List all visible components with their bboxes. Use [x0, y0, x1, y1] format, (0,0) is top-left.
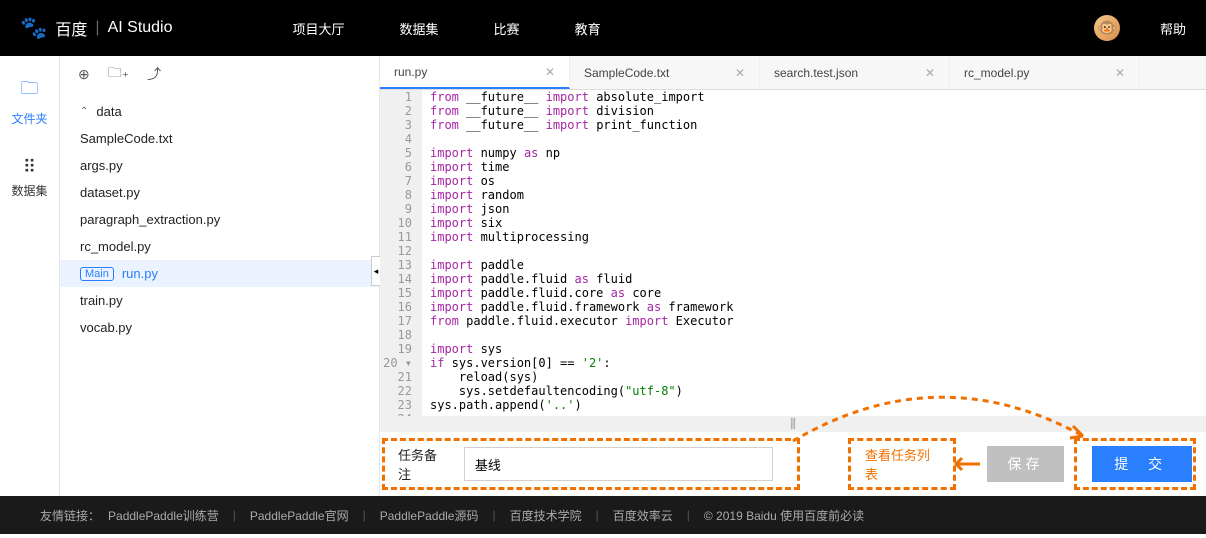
main: 🗀 文件夹 ⠿ 数据集 ⊕ 🗀₊ ⤴ ⌃ data SampleCode.txt…	[0, 56, 1206, 496]
code-line[interactable]: 13import paddle	[380, 258, 1206, 272]
code-line[interactable]: 22 sys.setdefaultencoding("utf-8")	[380, 384, 1206, 398]
nav-projects[interactable]: 项目大厅	[293, 19, 345, 38]
code-line[interactable]: 15import paddle.fluid.core as core	[380, 286, 1206, 300]
help-link[interactable]: 帮助	[1160, 19, 1186, 38]
footer-link[interactable]: 百度技术学院	[510, 507, 582, 524]
tree-file-main[interactable]: Main run.py	[60, 260, 379, 287]
new-file-icon[interactable]: ⊕	[78, 66, 90, 83]
nav-datasets[interactable]: 数据集	[400, 19, 439, 38]
chevron-down-icon: ⌃	[80, 106, 88, 117]
tree-file[interactable]: rc_model.py	[60, 233, 379, 260]
nav-education[interactable]: 教育	[575, 19, 601, 38]
close-icon[interactable]: ✕	[545, 65, 555, 79]
view-task-list-link[interactable]: 查看任务列表	[865, 445, 943, 483]
footer-copyright: © 2019 Baidu 使用百度前必读	[704, 507, 864, 524]
divider: |	[95, 19, 99, 37]
side-tab-datasets[interactable]: ⠿ 数据集	[11, 157, 47, 199]
task-note-input[interactable]	[464, 447, 773, 481]
code-line[interactable]: 17from paddle.fluid.executor import Exec…	[380, 314, 1206, 328]
tree-file[interactable]: SampleCode.txt	[60, 125, 379, 152]
code-line[interactable]: 8import random	[380, 188, 1206, 202]
code-line[interactable]: 3from __future__ import print_function	[380, 118, 1206, 132]
close-icon[interactable]: ✕	[925, 66, 935, 80]
code-line[interactable]: 24	[380, 412, 1206, 416]
save-button[interactable]: 保存	[987, 446, 1065, 482]
avatar[interactable]: 🐵	[1094, 15, 1120, 41]
code-line[interactable]: 21 reload(sys)	[380, 370, 1206, 384]
code-line[interactable]: 6import time	[380, 160, 1206, 174]
code-line[interactable]: 12	[380, 244, 1206, 258]
code-line[interactable]: 19import sys	[380, 342, 1206, 356]
submit-button[interactable]: 提 交	[1092, 446, 1192, 482]
code-line[interactable]: 14import paddle.fluid as fluid	[380, 272, 1206, 286]
footer-link[interactable]: 百度效率云	[613, 507, 673, 524]
logo-product: AI Studio	[108, 19, 173, 37]
paw-icon: 🐾	[20, 15, 47, 41]
code-line[interactable]: 5import numpy as np	[380, 146, 1206, 160]
editor-area: ◂ run.py✕ SampleCode.txt✕ search.test.js…	[380, 56, 1206, 496]
tree-file[interactable]: args.py	[60, 152, 379, 179]
file-toolbar: ⊕ 🗀₊ ⤴	[60, 56, 379, 92]
new-folder-icon[interactable]: 🗀₊	[108, 62, 129, 86]
close-icon[interactable]: ✕	[735, 66, 745, 80]
code-line[interactable]: 1from __future__ import absolute_import	[380, 90, 1206, 104]
tree-file[interactable]: vocab.py	[60, 314, 379, 341]
nav-competition[interactable]: 比赛	[494, 19, 520, 38]
tree-file[interactable]: dataset.py	[60, 179, 379, 206]
grid-icon: ⠿	[23, 157, 36, 178]
footer-label: 友情链接：	[40, 507, 100, 524]
side-tab-files[interactable]: 🗀 文件夹	[11, 76, 47, 127]
code-line[interactable]: 16import paddle.fluid.framework as frame…	[380, 300, 1206, 314]
code-editor[interactable]: 1from __future__ import absolute_import2…	[380, 90, 1206, 416]
close-icon[interactable]: ✕	[1115, 66, 1125, 80]
logo[interactable]: 🐾 百度 | AI Studio	[20, 15, 173, 41]
file-panel: ⊕ 🗀₊ ⤴ ⌃ data SampleCode.txt args.py dat…	[60, 56, 380, 496]
footer-link[interactable]: PaddlePaddle官网	[250, 507, 349, 524]
code-line[interactable]: 4	[380, 132, 1206, 146]
tab-search[interactable]: search.test.json✕	[760, 56, 950, 89]
side-tab-label: 数据集	[11, 182, 47, 199]
file-name: run.py	[122, 266, 158, 281]
side-tab-label: 文件夹	[11, 110, 47, 127]
folder-icon: 🗀	[20, 76, 38, 106]
tab-rcmodel[interactable]: rc_model.py✕	[950, 56, 1140, 89]
top-nav: 项目大厅 数据集 比赛 教育	[293, 19, 601, 38]
tab-run[interactable]: run.py✕	[380, 56, 570, 89]
upload-icon[interactable]: ⤴	[147, 64, 161, 84]
topbar-right: 🐵 帮助	[1094, 15, 1186, 41]
task-label: 任务备注	[398, 445, 450, 483]
arrow-right-icon	[950, 456, 980, 472]
code-line[interactable]: 9import json	[380, 202, 1206, 216]
logo-brand: 百度	[55, 16, 87, 40]
code-line[interactable]: 20 ▾if sys.version[0] == '2':	[380, 356, 1206, 370]
code-line[interactable]: 18	[380, 328, 1206, 342]
code-line[interactable]: 7import os	[380, 174, 1206, 188]
footer-link[interactable]: PaddlePaddle训练营	[108, 507, 219, 524]
footer-link[interactable]: PaddlePaddle源码	[380, 507, 479, 524]
footer: 友情链接： PaddlePaddle训练营| PaddlePaddle官网| P…	[0, 496, 1206, 534]
tab-sample[interactable]: SampleCode.txt✕	[570, 56, 760, 89]
topbar: 🐾 百度 | AI Studio 项目大厅 数据集 比赛 教育 🐵 帮助	[0, 0, 1206, 56]
tree-folder[interactable]: ⌃ data	[60, 98, 379, 125]
tree-file[interactable]: train.py	[60, 287, 379, 314]
horizontal-scrollbar[interactable]: ⫼	[380, 416, 1206, 432]
folder-name: data	[96, 104, 121, 119]
code-line[interactable]: 2from __future__ import division	[380, 104, 1206, 118]
editor-tabs: run.py✕ SampleCode.txt✕ search.test.json…	[380, 56, 1206, 90]
file-tree: ⌃ data SampleCode.txt args.py dataset.py…	[60, 92, 379, 347]
side-tabs: 🗀 文件夹 ⠿ 数据集	[0, 56, 60, 496]
code-line[interactable]: 23sys.path.append('..')	[380, 398, 1206, 412]
code-line[interactable]: 10import six	[380, 216, 1206, 230]
tree-file[interactable]: paragraph_extraction.py	[60, 206, 379, 233]
code-line[interactable]: 11import multiprocessing	[380, 230, 1206, 244]
main-badge: Main	[80, 267, 114, 281]
task-bar: 任务备注 查看任务列表 保存 提 交	[380, 432, 1206, 496]
